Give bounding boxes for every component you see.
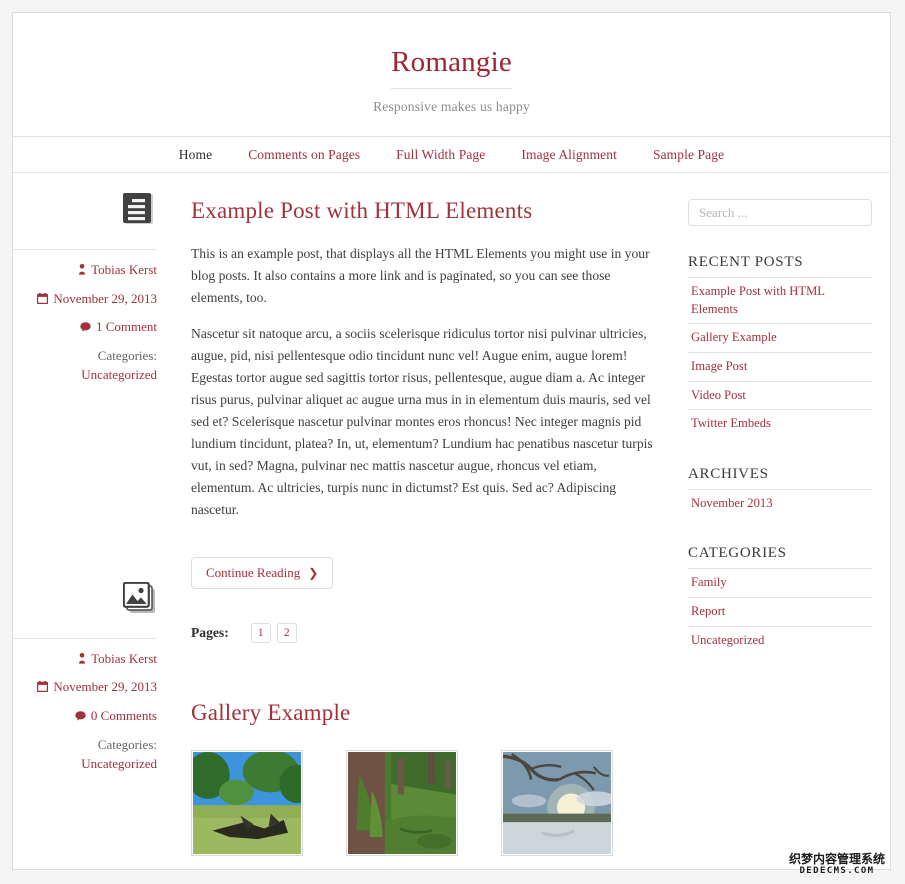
- widget-archives: ARCHIVES November 2013: [688, 466, 872, 518]
- page-link-1[interactable]: 1: [250, 622, 271, 643]
- gallery-icon: [123, 581, 155, 613]
- post-date-1: November 29, 2013: [13, 291, 157, 308]
- site-tagline: Responsive makes us happy: [373, 98, 530, 114]
- post-comments-label-1: 1 Comment: [95, 319, 157, 335]
- post-author-label-2: Tobias Kerst: [91, 650, 157, 666]
- widget-categories: CATEGORIES Family Report Uncategorized: [688, 545, 872, 654]
- page-link-2[interactable]: 2: [276, 622, 297, 643]
- chevron-right-icon: ❯: [308, 565, 319, 580]
- posts-column: Example Post with HTML Elements This is …: [167, 173, 678, 869]
- archives-list: November 2013: [688, 488, 872, 518]
- post-comments-1[interactable]: 1 Comment: [13, 319, 157, 336]
- main-content: Tobias Kerst November 29, 2013 1 Comment…: [13, 173, 890, 869]
- post-title-1[interactable]: Example Post with HTML Elements: [191, 197, 660, 225]
- continue-reading-label: Continue Reading: [206, 564, 301, 580]
- post-meta-1: Tobias Kerst November 29, 2013 1 Comment…: [13, 173, 157, 383]
- list-item[interactable]: Report: [688, 597, 872, 626]
- post-categories-label-1: Categories:: [97, 347, 157, 363]
- nav-item-full-width-page[interactable]: Full Width Page: [396, 147, 485, 163]
- continue-reading-button[interactable]: Continue Reading ❯: [191, 556, 334, 589]
- post-comments-label-2: 0 Comments: [90, 707, 157, 723]
- post-categories-label-2: Categories:: [97, 736, 157, 752]
- meadow-fallen-tree-thumbnail: [193, 752, 301, 855]
- comment-icon: [75, 709, 86, 725]
- post-article-1: Example Post with HTML Elements This is …: [191, 173, 660, 643]
- categories-list: Family Report Uncategorized: [688, 568, 872, 654]
- gallery-grid: [191, 750, 660, 869]
- calendar-icon: [37, 680, 49, 696]
- nav-item-sample-page[interactable]: Sample Page: [653, 147, 724, 163]
- primary-navigation: Home Comments on Pages Full Width Page I…: [13, 137, 890, 173]
- widget-title-categories: CATEGORIES: [688, 545, 787, 562]
- recent-posts-list: Example Post with HTML Elements Gallery …: [688, 277, 872, 438]
- nav-item-image-alignment[interactable]: Image Alignment: [521, 147, 617, 163]
- search-input[interactable]: [688, 199, 872, 226]
- post-date-label-1: November 29, 2013: [53, 290, 157, 306]
- post-date-label-2: November 29, 2013: [53, 679, 157, 695]
- site-title[interactable]: Romangie: [391, 46, 512, 89]
- post-format-icon-wrap-2: [13, 576, 157, 634]
- meta-divider-1: [13, 249, 157, 250]
- list-item[interactable]: Twitter Embeds: [688, 409, 872, 438]
- post-article-2: Gallery Example: [191, 643, 660, 869]
- sidebar: RECENT POSTS Example Post with HTML Elem…: [678, 173, 890, 869]
- widget-title-archives: ARCHIVES: [688, 465, 769, 482]
- user-icon: [78, 652, 86, 668]
- post-category-link-2[interactable]: Uncategorized: [13, 756, 157, 772]
- list-item[interactable]: Uncategorized: [688, 625, 872, 655]
- mossy-forest-floor-thumbnail: [348, 752, 456, 855]
- post-format-icon-wrap-1: [13, 187, 157, 245]
- post-pagination: Pages: 1 2: [191, 622, 660, 643]
- site-container: Romangie Responsive makes us happy Home …: [12, 12, 891, 870]
- post-category-link-1[interactable]: Uncategorized: [13, 367, 157, 383]
- gallery-item-1[interactable]: [191, 750, 303, 857]
- list-item[interactable]: Video Post: [688, 380, 872, 410]
- list-item[interactable]: Gallery Example: [688, 323, 872, 352]
- list-item[interactable]: Image Post: [688, 351, 872, 381]
- post-meta-2: Tobias Kerst November 29, 2013 0 Comment…: [13, 383, 157, 772]
- list-item[interactable]: Family: [688, 568, 872, 597]
- post-author-1[interactable]: Tobias Kerst: [13, 262, 157, 279]
- post-comments-2[interactable]: 0 Comments: [13, 708, 157, 725]
- post-date-2: November 29, 2013: [13, 679, 157, 696]
- pages-label: Pages:: [191, 624, 229, 640]
- comment-icon: [80, 320, 91, 336]
- winter-sunrise-branches-thumbnail: [503, 752, 611, 855]
- list-item[interactable]: November 2013: [688, 488, 872, 518]
- user-icon: [78, 263, 86, 279]
- nav-item-comments-on-pages[interactable]: Comments on Pages: [248, 147, 360, 163]
- standard-post-icon: [123, 193, 153, 224]
- post-author-2[interactable]: Tobias Kerst: [13, 651, 157, 668]
- post-author-label-1: Tobias Kerst: [91, 262, 157, 277]
- post-paragraph-1-2: Nascetur sit natoque arcu, a sociis scel…: [191, 325, 653, 517]
- meta-divider-2: [13, 637, 157, 639]
- widget-recent-posts: RECENT POSTS Example Post with HTML Elem…: [688, 254, 872, 438]
- gallery-item-3[interactable]: [501, 750, 613, 857]
- nav-item-home[interactable]: Home: [179, 147, 212, 163]
- post-paragraph-1-1: This is an example post, that displays a…: [191, 245, 650, 305]
- site-header: Romangie Responsive makes us happy: [13, 13, 890, 137]
- post-title-2[interactable]: Gallery Example: [191, 699, 660, 727]
- widget-title-recent-posts: RECENT POSTS: [688, 254, 804, 270]
- list-item[interactable]: Example Post with HTML Elements: [688, 277, 872, 323]
- gallery-item-2[interactable]: [346, 750, 458, 857]
- post-meta-column: Tobias Kerst November 29, 2013 1 Comment…: [13, 173, 167, 869]
- calendar-icon: [37, 292, 49, 308]
